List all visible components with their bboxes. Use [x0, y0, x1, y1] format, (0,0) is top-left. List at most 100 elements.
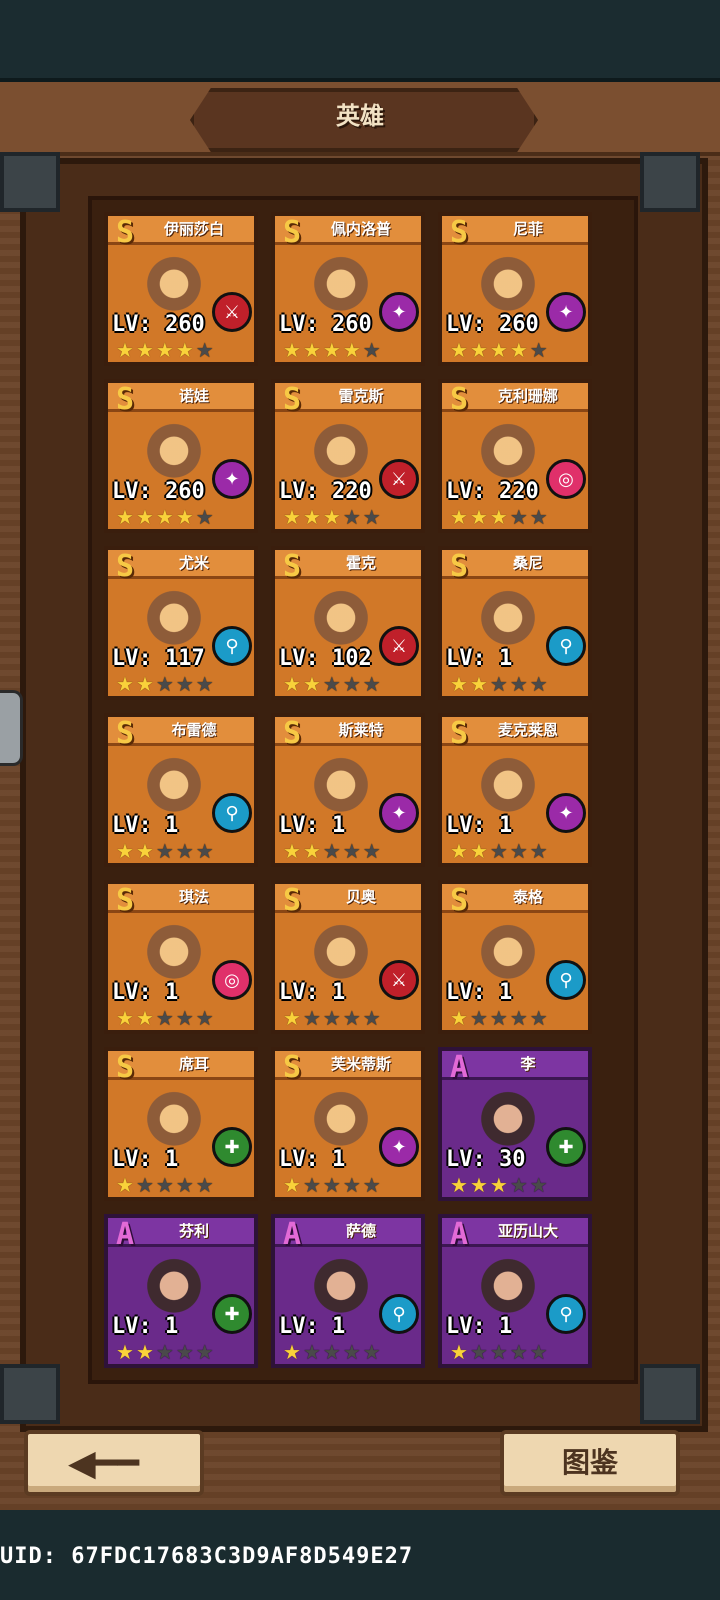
- star-icon: ★: [450, 672, 468, 696]
- star-rating: ★ ★ ★ ★ ★: [283, 1175, 381, 1195]
- hero-level: LV: 260: [446, 312, 539, 337]
- star-icon: ★: [489, 505, 508, 529]
- star-icon: ★: [509, 1173, 528, 1197]
- corner-ornament: [0, 152, 60, 212]
- hero-card[interactable]: S 席耳 ✚ LV: 1 ★ ★ ★ ★ ★: [104, 1047, 258, 1201]
- grade-badge: S: [115, 716, 135, 751]
- star-icon: ★: [155, 839, 174, 863]
- hero-card[interactable]: S 佩内洛普 ✦ LV: 260 ★ ★ ★ ★ ★: [271, 212, 425, 366]
- star-icon: ★: [509, 1006, 528, 1030]
- hero-card[interactable]: S 芙米蒂斯 ✦ LV: 1 ★ ★ ★ ★ ★: [271, 1047, 425, 1201]
- star-icon: ★: [469, 839, 488, 863]
- star-icon: ★: [342, 839, 361, 863]
- star-rating: ★ ★ ★ ★ ★: [283, 1342, 381, 1362]
- hero-name: 伊丽莎白: [163, 220, 224, 238]
- grade-badge: A: [449, 1050, 469, 1085]
- grade-badge: A: [115, 1217, 135, 1252]
- heal-icon: ✚: [212, 1127, 252, 1167]
- hero-card[interactable]: S 尼菲 ✦ LV: 260 ★ ★ ★ ★ ★: [438, 212, 592, 366]
- star-icon: ★: [469, 338, 488, 362]
- hero-level: LV: 1: [279, 980, 346, 1005]
- star-icon: ★: [302, 672, 321, 696]
- star-icon: ★: [469, 672, 488, 696]
- hero-card[interactable]: A 芬利 ✚ LV: 1 ★ ★ ★ ★ ★: [104, 1214, 258, 1368]
- hero-card[interactable]: S 麦克莱恩 ✦ LV: 1 ★ ★ ★ ★ ★: [438, 713, 592, 867]
- star-icon: ★: [322, 1340, 341, 1364]
- hero-card[interactable]: A 亚历山大 ⚲ LV: 1 ★ ★ ★ ★ ★: [438, 1214, 592, 1368]
- star-icon: ★: [155, 1173, 174, 1197]
- hero-card[interactable]: S 伊丽莎白 ⚔ LV: 260 ★ ★ ★ ★ ★: [104, 212, 258, 366]
- star-rating: ★ ★ ★ ★ ★: [116, 841, 214, 861]
- hero-name: 佩内洛普: [330, 220, 391, 238]
- hero-name: 诺娃: [178, 387, 209, 405]
- star-icon: ★: [362, 1173, 381, 1197]
- hero-card[interactable]: S 泰格 ⚲ LV: 1 ★ ★ ★ ★ ★: [438, 880, 592, 1034]
- star-icon: ★: [362, 1006, 381, 1030]
- star-icon: ★: [489, 672, 508, 696]
- star-rating: ★ ★ ★ ★ ★: [283, 507, 381, 527]
- star-rating: ★ ★ ★ ★ ★: [450, 1175, 548, 1195]
- hero-card[interactable]: S 雷克斯 ⚔ LV: 220 ★ ★ ★ ★ ★: [271, 379, 425, 533]
- star-icon: ★: [195, 1006, 214, 1030]
- star-icon: ★: [302, 1006, 321, 1030]
- hero-card[interactable]: S 桑尼 ⚲ LV: 1 ★ ★ ★ ★ ★: [438, 546, 592, 700]
- hero-level: LV: 260: [112, 312, 205, 337]
- hero-name: 亚历山大: [497, 1222, 558, 1240]
- star-icon: ★: [322, 672, 341, 696]
- hero-card[interactable]: S 克利珊娜 ◎ LV: 220 ★ ★ ★ ★ ★: [438, 379, 592, 533]
- star-rating: ★ ★ ★ ★ ★: [283, 340, 381, 360]
- hero-card[interactable]: S 斯莱特 ✦ LV: 1 ★ ★ ★ ★ ★: [271, 713, 425, 867]
- hero-card[interactable]: S 诺娃 ✦ LV: 260 ★ ★ ★ ★ ★: [104, 379, 258, 533]
- star-rating: ★ ★ ★ ★ ★: [450, 507, 548, 527]
- hero-card[interactable]: S 布雷德 ⚲ LV: 1 ★ ★ ★ ★ ★: [104, 713, 258, 867]
- star-icon: ★: [135, 839, 154, 863]
- star-icon: ★: [135, 1340, 154, 1364]
- grade-badge: S: [282, 382, 302, 417]
- corner-ornament: [0, 1364, 60, 1424]
- hero-name: 尤米: [178, 554, 209, 572]
- star-icon: ★: [195, 672, 214, 696]
- star-icon: ★: [469, 1006, 488, 1030]
- hero-name: 泰格: [512, 888, 543, 906]
- star-icon: ★: [342, 1340, 361, 1364]
- staff-icon: ✦: [379, 793, 419, 833]
- sword-icon: ⚔: [379, 626, 419, 666]
- star-icon: ★: [450, 505, 468, 529]
- codex-button[interactable]: 图鉴: [500, 1430, 680, 1496]
- hero-name: 尼菲: [512, 220, 543, 238]
- star-icon: ★: [489, 338, 508, 362]
- hero-name: 贝奥: [345, 888, 376, 906]
- grade-badge: A: [282, 1217, 302, 1252]
- hero-level: LV: 1: [446, 813, 513, 838]
- hero-name: 布雷德: [171, 721, 217, 739]
- sword-icon: ⚔: [379, 459, 419, 499]
- hero-card[interactable]: S 琪法 ◎ LV: 1 ★ ★ ★ ★ ★: [104, 880, 258, 1034]
- star-icon: ★: [362, 338, 381, 362]
- staff-icon: ✦: [212, 459, 252, 499]
- star-rating: ★ ★ ★ ★ ★: [116, 507, 214, 527]
- back-button[interactable]: ◀━━: [24, 1430, 204, 1496]
- grade-badge: S: [115, 382, 135, 417]
- star-icon: ★: [155, 672, 174, 696]
- star-icon: ★: [529, 1340, 548, 1364]
- star-icon: ★: [509, 672, 528, 696]
- star-rating: ★ ★ ★ ★ ★: [450, 1342, 548, 1362]
- star-rating: ★ ★ ★ ★ ★: [450, 674, 548, 694]
- hero-card[interactable]: A 李 ✚ LV: 30 ★ ★ ★ ★ ★: [438, 1047, 592, 1201]
- hero-card[interactable]: S 霍克 ⚔ LV: 102 ★ ★ ★ ★ ★: [271, 546, 425, 700]
- hero-level: LV: 1: [112, 1314, 179, 1339]
- hero-card[interactable]: S 贝奥 ⚔ LV: 1 ★ ★ ★ ★ ★: [271, 880, 425, 1034]
- grade-badge: S: [449, 716, 469, 751]
- star-rating: ★ ★ ★ ★ ★: [450, 1008, 548, 1028]
- star-icon: ★: [489, 1006, 508, 1030]
- hero-card[interactable]: A 萨德 ⚲ LV: 1 ★ ★ ★ ★ ★: [271, 1214, 425, 1368]
- hero-card[interactable]: S 尤米 ⚲ LV: 117 ★ ★ ★ ★ ★: [104, 546, 258, 700]
- grade-badge: S: [282, 549, 302, 584]
- hero-name: 雷克斯: [338, 387, 384, 405]
- star-icon: ★: [450, 1173, 468, 1197]
- star-icon: ★: [529, 1006, 548, 1030]
- star-icon: ★: [175, 672, 194, 696]
- hero-level: LV: 260: [279, 312, 372, 337]
- star-icon: ★: [489, 839, 508, 863]
- star-icon: ★: [175, 338, 194, 362]
